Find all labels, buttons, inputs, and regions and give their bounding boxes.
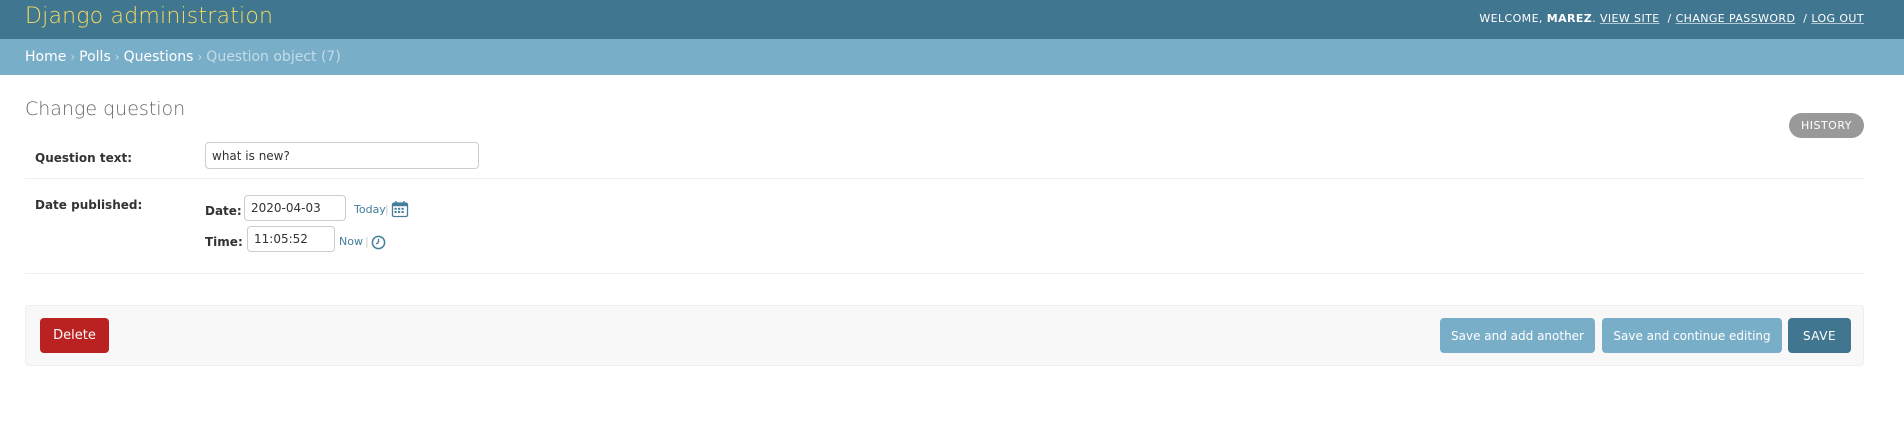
breadcrumb-polls[interactable]: Polls	[79, 49, 111, 65]
date-published-label: Date published:	[35, 198, 143, 212]
save-and-continue-button[interactable]: Save and continue editing	[1602, 318, 1782, 353]
today-link[interactable]: Today	[354, 203, 386, 216]
view-site-link[interactable]: VIEW SITE	[1600, 12, 1660, 25]
username: MAREZ	[1546, 11, 1593, 25]
header: Django administration WELCOME, MAREZ. VI…	[0, 0, 1904, 39]
main-content: Change question HISTORY Question text: D…	[0, 97, 1904, 366]
save-button[interactable]: SAVE	[1788, 318, 1851, 353]
breadcrumb-home[interactable]: Home	[25, 49, 66, 65]
username-period: .	[1592, 11, 1597, 25]
date-input[interactable]	[244, 195, 346, 221]
calendar-icon[interactable]	[391, 200, 409, 218]
time-label: Time:	[205, 235, 243, 249]
site-branding[interactable]: Django administration	[25, 4, 273, 29]
save-and-add-another-button[interactable]: Save and add another	[1440, 318, 1595, 353]
welcome-text: WELCOME,	[1479, 11, 1543, 25]
time-input[interactable]	[247, 226, 335, 252]
log-out-link[interactable]: LOG OUT	[1811, 12, 1864, 25]
change-password-link[interactable]: CHANGE PASSWORD	[1676, 12, 1796, 25]
submit-row: Delete Save and add another Save and con…	[25, 305, 1864, 366]
breadcrumb-current: Question object (7)	[206, 49, 341, 65]
now-link[interactable]: Now	[339, 235, 363, 248]
clock-icon[interactable]	[371, 235, 386, 250]
delete-button[interactable]: Delete	[40, 318, 109, 353]
question-text-row: Question text:	[25, 134, 1864, 179]
shortcut-separator: |	[365, 235, 369, 248]
breadcrumb-separator: ›	[197, 50, 203, 64]
date-published-row: Date published: Date: Today | Time: Now …	[25, 179, 1864, 274]
separator: /	[1803, 11, 1808, 25]
breadcrumb-questions[interactable]: Questions	[124, 49, 194, 65]
breadcrumb: Home › Polls › Questions › Question obje…	[0, 39, 1904, 75]
breadcrumb-separator: ›	[70, 50, 76, 64]
breadcrumb-separator: ›	[114, 50, 120, 64]
user-tools: WELCOME, MAREZ. VIEW SITE / CHANGE PASSWO…	[1479, 12, 1864, 25]
separator: /	[1667, 11, 1672, 25]
page-title: Change question	[25, 98, 186, 120]
date-label: Date:	[205, 204, 242, 218]
shortcut-separator: |	[385, 203, 389, 216]
question-text-label: Question text:	[35, 151, 132, 165]
question-text-input[interactable]	[205, 142, 479, 169]
